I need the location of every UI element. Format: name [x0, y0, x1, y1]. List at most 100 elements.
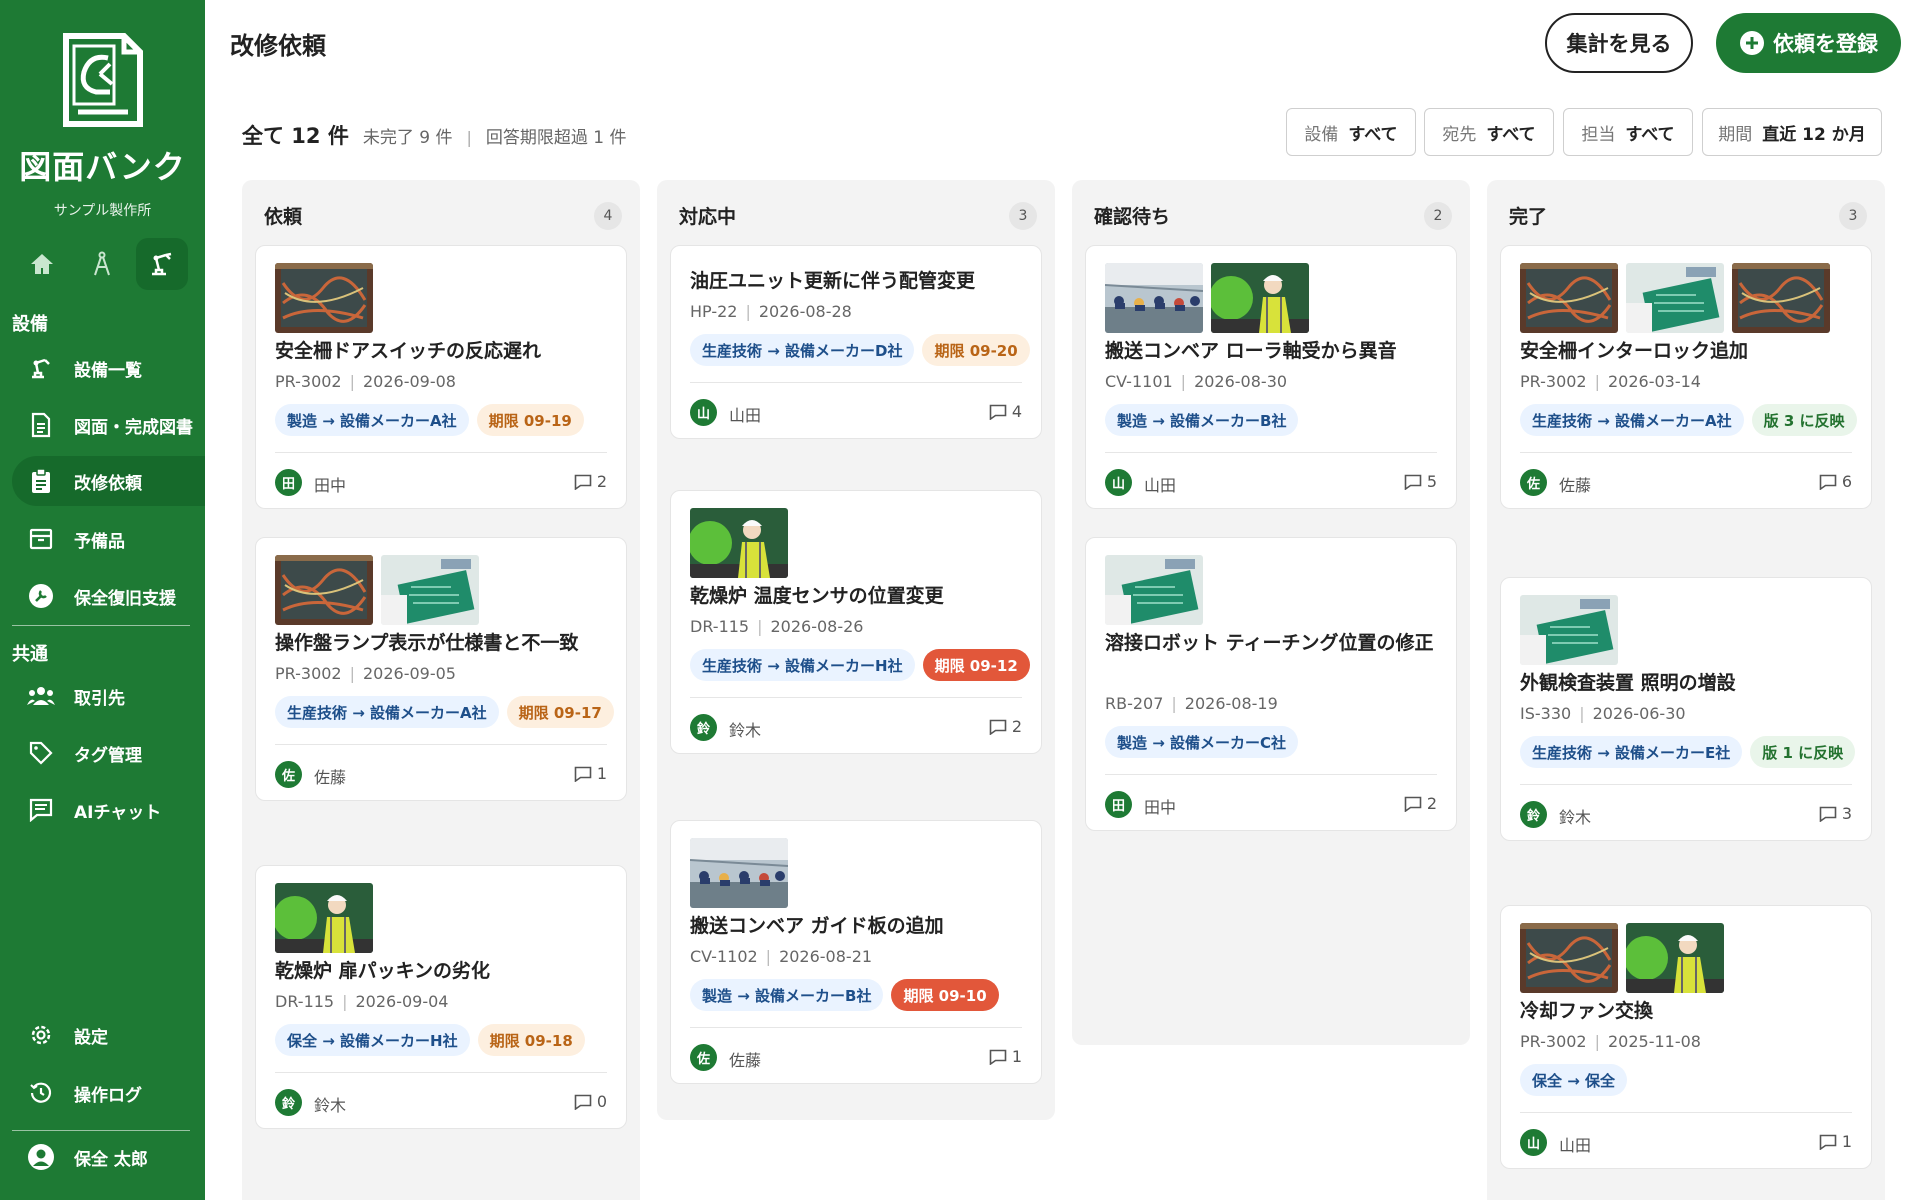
- comment-count[interactable]: 0: [574, 1092, 607, 1111]
- request-card[interactable]: 操作盤ランプ表示が仕様書と不一致 PR-3002 | 2026-09-05 生産技術…: [255, 537, 627, 801]
- nav-equipment-list[interactable]: 設備一覧: [12, 343, 205, 393]
- column-count-badge: 3: [1009, 202, 1037, 230]
- plus-circle-icon: [1740, 31, 1764, 55]
- card-footer: 田 田中 2: [1105, 774, 1437, 832]
- document-icon: [26, 410, 56, 440]
- assignee-name: 佐藤: [1559, 476, 1592, 495]
- card-footer: 鈴 鈴木 0: [275, 1072, 607, 1130]
- deadline-tag: 期限 09-12: [922, 649, 1030, 681]
- comment-count[interactable]: 3: [1819, 804, 1852, 823]
- card-meta: PR-3002 | 2026-09-05: [275, 664, 456, 683]
- drafting-shortcut[interactable]: [76, 238, 128, 290]
- equipment-photo[interactable]: [1211, 263, 1309, 333]
- nav-spare-parts[interactable]: 予備品: [12, 514, 205, 564]
- card-title: 外観検査装置 照明の増設: [1520, 672, 1736, 694]
- home-shortcut[interactable]: [16, 238, 68, 290]
- nav-modification-requests[interactable]: 改修依頼: [12, 456, 205, 506]
- gear-icon: [26, 1020, 56, 1050]
- card-footer: 佐 佐藤 1: [275, 744, 607, 802]
- filter-dropdown[interactable]: 期間 直近 12 か月: [1702, 108, 1882, 156]
- comment-count[interactable]: 1: [1819, 1132, 1852, 1151]
- card-footer: 田 田中 2: [275, 452, 607, 510]
- nav-partners[interactable]: 取引先: [12, 671, 205, 721]
- kanban-column: 依頼 4 安全柵ドアスイッチの反応遅れ PR-3002 | 2026-09-08 製…: [242, 180, 640, 1200]
- comment-count[interactable]: 2: [989, 717, 1022, 736]
- equipment-photo[interactable]: [690, 508, 788, 578]
- comment-count[interactable]: 6: [1819, 472, 1852, 491]
- equipment-photo[interactable]: [1520, 263, 1618, 333]
- assignee-avatar: 田: [1105, 791, 1132, 818]
- filter-value: すべて: [1348, 124, 1398, 145]
- comment-count[interactable]: 1: [989, 1047, 1022, 1066]
- equipment-photo[interactable]: [275, 263, 373, 333]
- thumbnail-strip: [275, 555, 479, 625]
- equipment-photo[interactable]: [690, 838, 788, 908]
- section-equipment: 設備: [12, 314, 48, 335]
- filter-label: 担当: [1581, 124, 1616, 145]
- comment-count-value: 0: [596, 1092, 607, 1111]
- tag-list: 製造 → 設備メーカーB社 期限 09-10: [690, 979, 1030, 1011]
- nav-ai-chat[interactable]: AIチャット: [12, 785, 205, 835]
- card-footer: 山 山田 1: [1520, 1112, 1852, 1170]
- card-footer: 鈴 鈴木 3: [1520, 784, 1852, 842]
- nav-label: 取引先: [74, 688, 125, 709]
- comment-count[interactable]: 4: [989, 402, 1022, 421]
- column-title: 依頼: [264, 206, 303, 228]
- filter-label: 期間: [1718, 124, 1753, 145]
- equipment-photo[interactable]: [381, 555, 479, 625]
- tag-list: 製造 → 設備メーカーC社: [1105, 726, 1445, 758]
- request-card[interactable]: 溶接ロボット ティーチング位置の修正 RB-207 | 2026-08-19 製造 …: [1085, 537, 1457, 831]
- comment-count[interactable]: 5: [1404, 472, 1437, 491]
- main-content: 改修依頼 集計を見る 依頼を登録 全て 12 件 未完了 9 件 | 回答期限超…: [205, 0, 1920, 1200]
- meta-separator: |: [757, 617, 763, 636]
- equipment-photo[interactable]: [1520, 595, 1618, 665]
- equipment-shortcut[interactable]: [136, 238, 188, 290]
- meta-separator: |: [1594, 372, 1600, 391]
- column-header: 完了 3: [1487, 180, 1885, 245]
- nav-settings[interactable]: 設定: [12, 1010, 205, 1060]
- filter-dropdown[interactable]: 担当 すべて: [1563, 108, 1693, 156]
- meta-separator: |: [745, 302, 751, 321]
- equipment-photo[interactable]: [1626, 923, 1724, 993]
- filter-dropdown[interactable]: 宛先 すべて: [1424, 108, 1554, 156]
- equipment-photo[interactable]: [1105, 263, 1203, 333]
- comment-count-value: 4: [1011, 402, 1022, 421]
- request-card[interactable]: 搬送コンベア ローラ軸受から異音 CV-1101 | 2026-08-30 製造 →…: [1085, 245, 1457, 509]
- nav-tag-management[interactable]: タグ管理: [12, 728, 205, 778]
- comment-count-value: 1: [1011, 1047, 1022, 1066]
- card-meta: PR-3002 | 2025-11-08: [1520, 1032, 1701, 1051]
- comment-count[interactable]: 2: [574, 472, 607, 491]
- request-card[interactable]: 搬送コンベア ガイド板の追加 CV-1102 | 2026-08-21 製造 → 設…: [670, 820, 1042, 1084]
- user-menu[interactable]: 保全 太郎: [12, 1132, 205, 1182]
- request-card[interactable]: 冷却ファン交換 PR-3002 | 2025-11-08 保全 → 保全 山 山田 …: [1500, 905, 1872, 1169]
- request-card[interactable]: 乾燥炉 温度センサの位置変更 DR-115 | 2026-08-26 生産技術 → …: [670, 490, 1042, 754]
- nav-label: 改修依頼: [74, 473, 142, 494]
- equipment-photo[interactable]: [1732, 263, 1830, 333]
- assignee-avatar: 佐: [1520, 469, 1547, 496]
- request-card[interactable]: 乾燥炉 扉パッキンの劣化 DR-115 | 2026-09-04 保全 → 設備メー…: [255, 865, 627, 1129]
- request-card[interactable]: 安全柵インターロック追加 PR-3002 | 2026-03-14 生産技術 → 設…: [1500, 245, 1872, 509]
- equipment-photo[interactable]: [1520, 923, 1618, 993]
- tag-list: 保全 → 保全: [1520, 1064, 1860, 1096]
- filter-dropdown[interactable]: 設備 すべて: [1286, 108, 1416, 156]
- comment-count[interactable]: 2: [1404, 794, 1437, 813]
- register-request-button[interactable]: 依頼を登録: [1716, 13, 1901, 73]
- equipment-photo[interactable]: [1105, 555, 1203, 625]
- meta-separator: |: [1180, 372, 1187, 391]
- request-card[interactable]: 安全柵ドアスイッチの反応遅れ PR-3002 | 2026-09-08 製造 → 設…: [255, 245, 627, 509]
- filter-value: すべて: [1625, 124, 1675, 145]
- equipment-photo[interactable]: [275, 555, 373, 625]
- request-card[interactable]: 油圧ユニット更新に伴う配管変更 HP-22 | 2026-08-28 生産技術 → …: [670, 245, 1042, 439]
- nav-label: 予備品: [74, 531, 125, 552]
- view-stats-button[interactable]: 集計を見る: [1545, 13, 1693, 73]
- nav-maintenance-support[interactable]: 保全復旧支援: [12, 571, 205, 621]
- request-card[interactable]: 外観検査装置 照明の増設 IS-330 | 2026-06-30 生産技術 → 設備…: [1500, 577, 1872, 841]
- equipment-photo[interactable]: [275, 883, 373, 953]
- nav-activity-log[interactable]: 操作ログ: [12, 1068, 205, 1118]
- thumbnail-strip: [690, 838, 788, 908]
- nav-drawings[interactable]: 図面・完成図書: [12, 400, 205, 450]
- equipment-photo[interactable]: [1626, 263, 1724, 333]
- comment-count[interactable]: 1: [574, 764, 607, 783]
- comment-icon: [1404, 796, 1422, 812]
- home-icon: [31, 254, 53, 274]
